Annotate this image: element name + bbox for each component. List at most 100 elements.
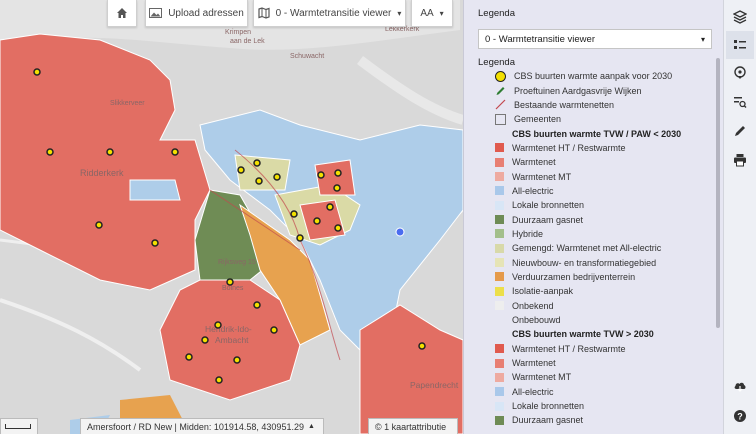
- chevron-down-icon: ▾: [439, 8, 444, 18]
- legend-item-label: Duurzaam gasnet: [512, 415, 584, 426]
- legend-swatch: [495, 215, 504, 225]
- legend-swatch: [495, 315, 504, 325]
- legend-item: Nieuwbouw- en transformatiegebied: [495, 255, 695, 269]
- legend-item: Warmtenet HT / Restwarmte: [495, 342, 695, 356]
- legend-item-label: Warmtenet: [512, 157, 556, 168]
- search-list-icon: [734, 97, 747, 108]
- legend-item-label: Gemengd: Warmtenet met All-electric: [512, 243, 662, 254]
- legend-swatch: [495, 243, 504, 253]
- legend-item: Duurzaam gasnet: [495, 212, 695, 226]
- text-size-label: AA: [420, 7, 434, 19]
- upload-addresses-button[interactable]: Upload adressen: [145, 0, 248, 27]
- help-button[interactable]: ?: [726, 402, 754, 430]
- text-size-button[interactable]: AA ▾: [411, 0, 453, 27]
- legend-panel-title: Legenda: [478, 8, 515, 19]
- printer-icon: [734, 154, 746, 167]
- legend-item-label: Proeftuinen Aardgasvrije Wijken: [514, 85, 642, 96]
- map-label-lekkerkerk: Lekkerkerk: [385, 26, 420, 33]
- legend-item: Bestaande warmtenetten: [495, 98, 695, 112]
- attribution-text: © 1 kaartattributie: [375, 421, 447, 432]
- legend-item-label: CBS buurten warmte TVW / PAW < 2030: [512, 128, 682, 139]
- search-list-button[interactable]: [726, 88, 754, 116]
- legend-heading: Legenda: [478, 57, 515, 68]
- green-pen-icon: [495, 85, 506, 96]
- legend-item-label: Hybride: [512, 228, 544, 239]
- legend-section-heading: CBS buurten warmte TVW / PAW < 2030: [495, 126, 695, 140]
- cloud-download-icon: [734, 382, 746, 392]
- legend-item: Warmtenet: [495, 356, 695, 370]
- legend-item: Onbekend: [495, 299, 695, 313]
- legend-swatch: [495, 258, 504, 268]
- draw-button[interactable]: [726, 117, 754, 145]
- pencil-icon: [735, 126, 745, 136]
- map-label-ridderkerk: Ridderkerk: [80, 168, 124, 178]
- legend-swatch: [495, 358, 504, 368]
- legend-item: Gemengd: Warmtenet met All-electric: [495, 241, 695, 255]
- location-marker-icon[interactable]: [395, 227, 405, 237]
- legend-item: Warmtenet MT: [495, 370, 695, 384]
- legend-panel: Legenda 0 - Warmtetransitie viewer ▾ Leg…: [463, 0, 723, 434]
- legend-item-label: Isolatie-aanpak: [512, 286, 574, 297]
- legend-item-label: CBS buurten warmte TVW > 2030: [512, 329, 654, 340]
- legend-swatch: [495, 186, 504, 196]
- legend-item-label: Onbebouwd: [512, 315, 561, 326]
- layers-button[interactable]: [726, 3, 754, 31]
- legend-swatch: [495, 272, 504, 282]
- legend-item: All-electric: [495, 184, 695, 198]
- legend-item: Lokale bronnetten: [495, 198, 695, 212]
- legend-scrollbar[interactable]: [716, 58, 720, 328]
- viewer-selector-dropdown[interactable]: 0 - Warmtetransitie viewer ▾: [253, 0, 406, 27]
- legend-swatch: [495, 229, 504, 239]
- legend-item-label: Nieuwbouw- en transformatiegebied: [512, 257, 657, 268]
- legend-swatch: [495, 286, 504, 296]
- legend-item: Gemeenten: [495, 112, 695, 126]
- legend-list-icon: [734, 40, 746, 49]
- legend-section-heading: CBS buurten warmte TVW > 2030: [495, 327, 695, 341]
- legend-item: All-electric: [495, 385, 695, 399]
- map-label-papendrecht: Papendrecht: [410, 380, 459, 390]
- projection-text: Amersfoort / RD New | Midden: 101914.58,…: [87, 421, 304, 432]
- print-button[interactable]: [726, 146, 754, 174]
- legend-item: Onbebouwd: [495, 313, 695, 327]
- legend-item: Hybride: [495, 227, 695, 241]
- legend-item: Warmtenet: [495, 155, 695, 169]
- legend-item-label: Duurzaam gasnet: [512, 214, 584, 225]
- chevron-down-icon: ▾: [700, 34, 705, 44]
- side-toolbar: ?: [723, 0, 756, 434]
- upload-addresses-label: Upload adressen: [168, 7, 244, 19]
- home-icon: [117, 8, 127, 18]
- map-label-ambacht: Ambacht: [215, 335, 249, 345]
- legend-list: CBS buurten warmte aanpak voor 2030 Proef…: [495, 69, 695, 428]
- legend-swatch: [495, 157, 504, 167]
- legend-item: Duurzaam gasnet: [495, 413, 695, 427]
- map-label-krimpen: Krimpen: [225, 29, 251, 36]
- legend-swatch: [495, 143, 504, 153]
- legend-item: Warmtenet HT / Restwarmte: [495, 141, 695, 155]
- legend-item-label: Warmtenet: [512, 358, 556, 369]
- chevron-down-icon: ▾: [397, 8, 402, 18]
- map-label-bolnes: Bolnes: [222, 285, 244, 292]
- legend-swatch: [495, 372, 504, 382]
- legend-item: CBS buurten warmte aanpak voor 2030: [495, 69, 695, 83]
- chevron-up-icon[interactable]: ▲: [308, 423, 315, 430]
- map-attribution-button[interactable]: © 1 kaartattributie: [368, 418, 458, 434]
- legend-item-label: All-electric: [512, 185, 554, 196]
- image-upload-icon: [149, 8, 163, 18]
- legend-item-label: Onbekend: [512, 300, 554, 311]
- legend-swatch: [495, 387, 504, 397]
- legend-item: Verduurzamen bedrijventerrein: [495, 270, 695, 284]
- download-button[interactable]: [726, 372, 754, 400]
- map-label-aan-de-lek: aan de Lek: [230, 38, 265, 45]
- home-button[interactable]: [107, 0, 137, 27]
- location-button[interactable]: [726, 59, 754, 87]
- map-icon: [257, 7, 270, 19]
- legend-viewer-select-value: 0 - Warmtetransitie viewer: [485, 33, 595, 45]
- layers-icon: [733, 10, 747, 24]
- legend-item-label: CBS buurten warmte aanpak voor 2030: [514, 71, 673, 82]
- legend-item-label: Lokale bronnetten: [512, 200, 585, 211]
- map-pin-icon: [734, 66, 746, 79]
- legend-viewer-select[interactable]: 0 - Warmtetransitie viewer ▾: [478, 29, 712, 49]
- legend-item: Warmtenet MT: [495, 169, 695, 183]
- legend-item-label: Warmtenet MT: [512, 372, 572, 383]
- legend-button[interactable]: [726, 31, 754, 59]
